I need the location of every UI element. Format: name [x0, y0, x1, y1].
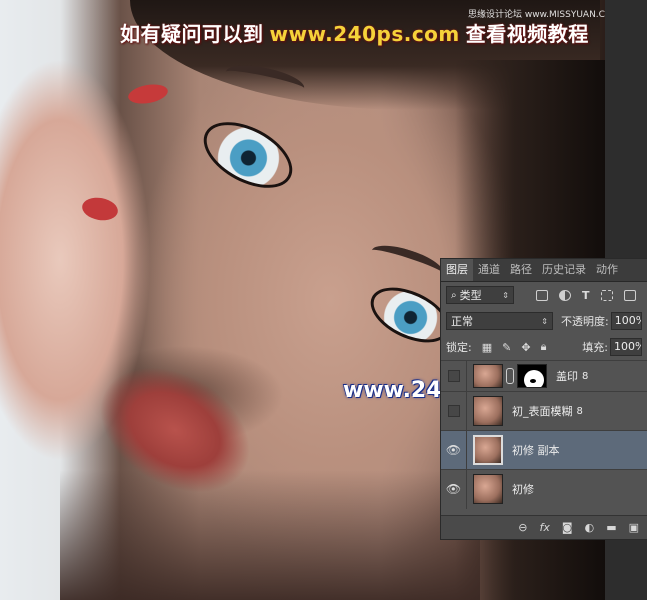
tab-actions[interactable]: 动作 [591, 259, 623, 281]
lock-all-icon[interactable]: 🔒︎ [541, 340, 547, 354]
link-layers-icon[interactable]: ⊖ [518, 521, 527, 534]
type-filter-icon[interactable]: T [582, 289, 590, 302]
watermark-top: 如有疑问可以到 www.240ps.com 查看视频教程 [120, 18, 589, 47]
layer-thumbnail[interactable] [473, 435, 503, 465]
watermark-top-url: www.240ps.com [269, 22, 460, 46]
lock-label: 锁定: [446, 341, 472, 354]
layers-panel-footer: ⊖ fx ◙ ◐ ▬ ▣ [441, 515, 647, 539]
watermark-top-suffix: 查看视频教程 [465, 22, 589, 46]
shape-filter-icon[interactable] [600, 289, 613, 301]
photo-eyebrow [368, 238, 447, 286]
eye-icon: 👁︎ [445, 482, 462, 496]
updown-arrow-icon: ⇕ [541, 316, 548, 326]
visibility-off-box [447, 405, 460, 417]
fx-icon[interactable]: fx [540, 521, 550, 534]
visibility-toggle[interactable] [441, 360, 467, 392]
blend-mode-select[interactable]: 正常 ⇕ [446, 312, 553, 330]
layer-thumbnail[interactable] [473, 396, 503, 426]
new-layer-icon[interactable]: ▣ [629, 521, 639, 534]
lock-position-move-icon[interactable]: ✥ [521, 341, 530, 354]
opacity-label: 不透明度: [561, 315, 609, 328]
layer-thumbnail[interactable] [473, 364, 503, 388]
lock-transparent-icon[interactable]: ▦ [482, 341, 492, 354]
photo-shadow [60, 470, 480, 600]
eye-icon: 👁︎ [445, 443, 462, 457]
opacity-field[interactable]: 100% [610, 312, 642, 330]
layer-name: 初修 [512, 483, 534, 496]
tab-history[interactable]: 历史记录 [537, 259, 591, 281]
filter-row: ⌕ 类型 ⇕ T [441, 282, 647, 308]
layer-name: 盖印 [556, 370, 578, 383]
layers-panel: 图层 通道 路径 历史记录 动作 ⌕ 类型 ⇕ T 正常 ⇕ 不透明度: 100… [440, 258, 647, 540]
fill-field[interactable]: 100% [610, 338, 642, 356]
adjustment-filter-icon[interactable] [559, 289, 571, 301]
search-icon: ⌕ [451, 289, 457, 301]
layer-tag: 8 [582, 370, 589, 382]
layer-name: 初_表面模糊 [512, 405, 573, 418]
layer-row-surface-blur[interactable]: 初_表面模糊 8 [441, 391, 647, 431]
visibility-off-box [447, 370, 460, 382]
tab-layers[interactable]: 图层 [441, 259, 473, 281]
tab-paths[interactable]: 路径 [505, 259, 537, 281]
lock-image-brush-icon[interactable]: ✎ [502, 341, 511, 354]
link-chain-icon[interactable] [506, 368, 514, 384]
photo-eye [192, 108, 304, 202]
blend-row: 正常 ⇕ 不透明度: 100% [441, 308, 647, 334]
layer-row-retouch-copy[interactable]: 👁︎ 初修 副本 [441, 430, 647, 470]
layer-name: 初修 副本 [512, 444, 560, 457]
lock-row: 锁定: ▦ ✎ ✥ 🔒︎ 填充: 100% [441, 334, 647, 360]
tab-channels[interactable]: 通道 [473, 259, 505, 281]
smart-object-filter-icon[interactable] [623, 289, 636, 301]
visibility-toggle[interactable]: 👁︎ [441, 469, 467, 509]
updown-arrow-icon: ⇕ [502, 290, 509, 300]
visibility-toggle[interactable] [441, 391, 467, 431]
layer-row-stamp[interactable]: 盖印 8 [441, 360, 647, 392]
fill-label: 填充: [582, 341, 608, 354]
image-filter-icon[interactable] [536, 289, 548, 301]
panel-tabs: 图层 通道 路径 历史记录 动作 [441, 259, 647, 282]
layer-thumbnail[interactable] [473, 474, 503, 504]
visibility-toggle[interactable]: 👁︎ [441, 430, 467, 470]
layer-list: 盖印 8 初_表面模糊 8 👁︎ 初修 副本 👁︎ 初修 [441, 360, 647, 509]
add-mask-icon[interactable]: ◙ [562, 521, 573, 534]
new-group-icon[interactable]: ▬ [606, 521, 616, 534]
filter-kind-select[interactable]: ⌕ 类型 ⇕ [446, 286, 514, 304]
watermark-corner: 思缘设计论坛 www.MISSYUAN.COM [468, 10, 605, 20]
layer-tag: 8 [576, 405, 583, 417]
layer-row-retouch[interactable]: 👁︎ 初修 [441, 469, 647, 509]
watermark-top-prefix: 如有疑问可以到 [120, 22, 264, 46]
blend-mode-value: 正常 [451, 315, 473, 328]
adjustment-layer-icon[interactable]: ◐ [585, 521, 595, 534]
filter-kind-label: 类型 [459, 289, 482, 302]
layer-mask-thumbnail[interactable] [517, 364, 547, 388]
